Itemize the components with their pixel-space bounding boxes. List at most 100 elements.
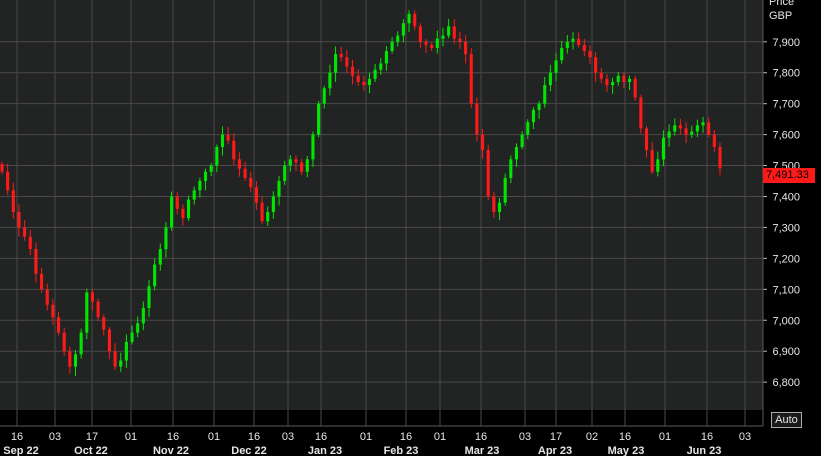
month-label: Feb 23 xyxy=(384,445,419,456)
candlestick-chart[interactable]: 6,8006,9007,0007,1007,2007,3007,4007,500… xyxy=(0,0,821,456)
month-label: Jun 23 xyxy=(687,445,722,456)
candle-body xyxy=(164,227,168,250)
candle-body xyxy=(712,134,716,147)
candle-body xyxy=(520,134,524,147)
candle-body xyxy=(509,159,513,178)
candle-body xyxy=(707,122,711,135)
candle-body xyxy=(11,190,15,212)
candle-body xyxy=(605,78,609,86)
candle-body xyxy=(678,125,682,129)
candle-body xyxy=(616,75,620,82)
candle-body xyxy=(0,164,4,172)
candle-body xyxy=(249,177,253,188)
candle-body xyxy=(560,47,564,61)
candle-body xyxy=(124,341,128,361)
candle-body xyxy=(260,202,264,222)
candle-body xyxy=(300,162,304,172)
candle-body xyxy=(480,134,485,151)
candle-body xyxy=(34,249,38,274)
x-tick-label: 16 xyxy=(475,431,487,443)
x-tick-label: 16 xyxy=(315,431,327,443)
candle-body xyxy=(650,150,654,172)
candle-body xyxy=(56,317,61,333)
candle-body xyxy=(73,354,78,367)
candle-body xyxy=(62,332,66,352)
candle-body xyxy=(271,196,275,212)
candle-body xyxy=(396,35,400,42)
candle-body xyxy=(243,168,247,178)
candle-body xyxy=(571,38,575,42)
candle-body xyxy=(28,236,32,250)
candle-body xyxy=(588,51,592,58)
candle-body xyxy=(6,171,10,191)
candle-body xyxy=(90,292,95,302)
candle-body xyxy=(356,75,360,82)
candle-body xyxy=(486,150,490,197)
candle-body xyxy=(452,26,456,39)
candle-body xyxy=(203,171,208,182)
x-tick-label: 02 xyxy=(586,431,598,443)
candle-body xyxy=(232,140,236,160)
x-tick-labels: 16 03 17 01 16 01 16 03 16 01 16 01 16 03 17 02 16 01 16 03 xyxy=(11,431,751,443)
x-tick-label: 16 xyxy=(619,431,631,443)
candle-body xyxy=(384,51,388,64)
candle-body xyxy=(328,72,332,89)
x-tick-label: 17 xyxy=(550,431,562,443)
candle-body xyxy=(277,181,281,197)
candle-body xyxy=(701,122,705,126)
candle-body xyxy=(413,13,417,27)
candle-body xyxy=(192,190,196,200)
candle-body xyxy=(503,177,507,203)
candle-body xyxy=(690,131,694,135)
candle-body xyxy=(430,44,434,48)
candle-body xyxy=(424,41,428,45)
candle-body xyxy=(458,38,462,42)
candle-body xyxy=(464,41,468,55)
candle-body xyxy=(667,131,671,138)
candle-body xyxy=(153,264,157,287)
month-label: Sep 22 xyxy=(3,445,38,456)
x-tick-label: 01 xyxy=(125,431,137,443)
y-tick-label: 7,200 xyxy=(772,253,800,265)
candle-body xyxy=(492,196,496,212)
candle-body xyxy=(220,134,225,147)
candle-body xyxy=(113,351,117,367)
candle-body xyxy=(537,103,541,110)
y-tick-label: 7,700 xyxy=(772,99,800,111)
candle-body xyxy=(543,85,547,104)
auto-scale-button[interactable]: Auto xyxy=(771,412,802,428)
candle-body xyxy=(237,159,242,169)
candle-body xyxy=(322,88,326,104)
month-label: Mar 23 xyxy=(465,445,500,456)
candle-body xyxy=(288,159,292,166)
candle-body xyxy=(367,78,372,86)
candle-body xyxy=(582,44,586,52)
candle-body xyxy=(119,360,123,367)
candle-body xyxy=(130,332,134,342)
candle-body xyxy=(317,103,321,135)
x-tick-label: 16 xyxy=(167,431,179,443)
candle-body xyxy=(215,146,219,166)
candle-body xyxy=(334,54,338,73)
candle-body xyxy=(305,159,309,172)
horizontal-gridlines xyxy=(0,41,767,383)
candle-body xyxy=(526,122,530,135)
candle-body xyxy=(684,128,688,135)
y-tick-label: 7,900 xyxy=(772,37,800,49)
x-tick-label: 01 xyxy=(659,431,671,443)
candle-body xyxy=(435,38,439,48)
month-labels: Sep 22 Oct 22 Nov 22 Dec 22 Jan 23 Feb 23 Mar … xyxy=(3,445,721,456)
candle-body xyxy=(644,128,649,151)
x-tick-label: 16 xyxy=(701,431,713,443)
y-tick-label: 7,600 xyxy=(772,130,800,142)
price-axis-title: Price xyxy=(769,0,795,8)
candle-body xyxy=(107,329,111,352)
last-price-badge: 7,491.33 xyxy=(763,168,815,183)
candle-body xyxy=(79,332,83,355)
month-label: Apr 23 xyxy=(538,445,572,456)
candle-body xyxy=(362,82,366,86)
candle-body xyxy=(254,187,258,203)
candle-body xyxy=(339,54,343,58)
candle-body xyxy=(85,292,89,333)
y-tick-label: 7,000 xyxy=(772,315,800,327)
